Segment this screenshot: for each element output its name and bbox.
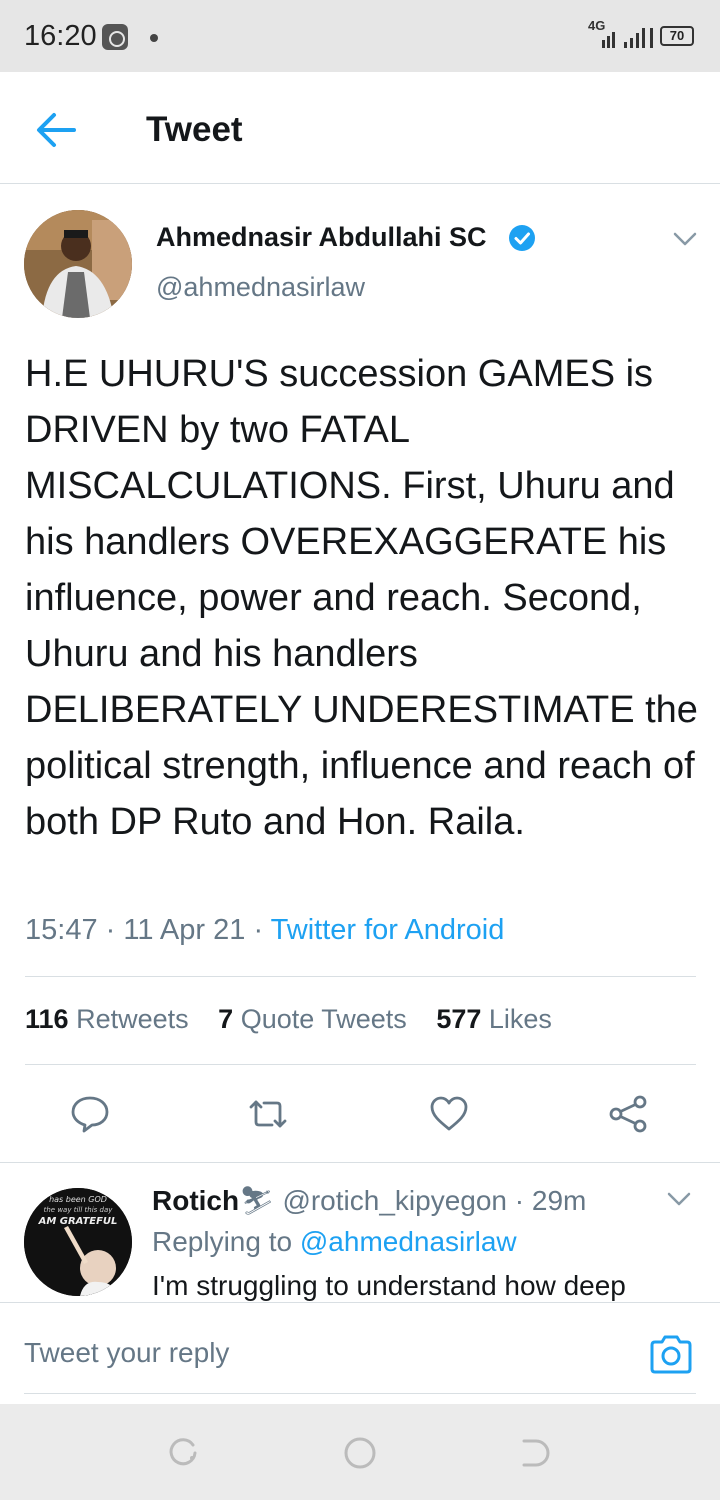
- retweets-count: 116: [25, 1004, 69, 1034]
- reply-author-name[interactable]: Rotich: [152, 1185, 239, 1216]
- meta-separator: ·: [253, 914, 271, 946]
- author-avatar[interactable]: [24, 210, 132, 318]
- author-photo: [24, 210, 132, 318]
- system-nav-bar: [0, 1404, 720, 1500]
- top-header: Tweet: [0, 72, 720, 184]
- battery-icon: 70: [660, 26, 694, 46]
- quote-tweets-label: Quote Tweets: [240, 1004, 407, 1034]
- meta-separator: ·: [105, 914, 124, 946]
- reply-author-handle[interactable]: @rotich_kipyegon: [282, 1185, 507, 1216]
- status-bar: 16:20 4G 70: [0, 0, 720, 72]
- signal-icon: [602, 28, 653, 48]
- replying-to-label: Replying to: [152, 1226, 293, 1257]
- verified-badge-icon: [509, 225, 535, 251]
- tweet-date: 11 Apr 21: [123, 914, 246, 946]
- avatar-caption-mid: the way till this day: [44, 1206, 114, 1214]
- tweet-source-link[interactable]: Twitter for Android: [271, 914, 505, 946]
- composer-underline: [24, 1393, 696, 1394]
- reply-input[interactable]: Tweet your reply: [24, 1337, 229, 1369]
- replying-to-line: Replying to @ahmednasirlaw: [152, 1226, 517, 1258]
- author-name[interactable]: Ahmednasir Abdullahi SC: [156, 222, 487, 253]
- camera-icon[interactable]: [648, 1333, 694, 1375]
- quote-tweets-stat[interactable]: 7 Quote Tweets: [218, 1004, 407, 1034]
- reply-author-avatar[interactable]: has been GOD the way till this day AM GR…: [24, 1188, 132, 1296]
- chevron-down-icon[interactable]: [666, 1190, 692, 1208]
- skier-emoji-icon: ⛷: [239, 1185, 275, 1216]
- like-heart-icon[interactable]: [429, 1094, 469, 1134]
- reply-text: I'm struggling to understand how deep: [152, 1270, 626, 1301]
- reply-text-container: I'm struggling to understand how deep: [152, 1266, 712, 1302]
- home-icon[interactable]: [343, 1436, 377, 1470]
- share-icon[interactable]: [608, 1094, 648, 1134]
- avatar-caption-bottom: AM GRATEFUL: [38, 1216, 118, 1227]
- music-notification-icon: [102, 24, 128, 50]
- status-time: 16:20: [24, 20, 97, 52]
- reply-composer: Tweet your reply: [0, 1302, 720, 1404]
- reply-icon[interactable]: [70, 1094, 110, 1134]
- back-nav-icon[interactable]: [518, 1436, 552, 1470]
- reply-header: Rotich⛷ @rotich_kipyegon · 29m: [152, 1184, 586, 1217]
- divider: [25, 976, 696, 977]
- reply-avatar-image: has been GOD the way till this day AM GR…: [24, 1188, 132, 1296]
- tweet-timestamp: 15:47 · 11 Apr 21 · Twitter for Android: [25, 914, 504, 947]
- quote-tweets-count: 7: [218, 1004, 234, 1034]
- chevron-down-icon[interactable]: [672, 230, 698, 248]
- replying-to-handle[interactable]: @ahmednasirlaw: [300, 1226, 517, 1257]
- notification-dot-icon: [150, 34, 158, 42]
- meta-separator: ·: [514, 1185, 532, 1216]
- back-arrow-icon[interactable]: [34, 110, 78, 150]
- reply-age: 29m: [531, 1185, 587, 1216]
- retweets-label: Retweets: [76, 1004, 189, 1034]
- tweet-text: H.E UHURU'S succession GAMES is DRIVEN b…: [25, 353, 698, 843]
- section-divider: [0, 1162, 720, 1163]
- page-title: Tweet: [146, 110, 243, 149]
- avatar-caption-top: has been GOD: [49, 1195, 107, 1204]
- likes-count: 577: [436, 1004, 482, 1034]
- recent-apps-icon[interactable]: [166, 1436, 200, 1470]
- divider: [25, 1064, 696, 1065]
- likes-stat[interactable]: 577 Likes: [436, 1004, 552, 1034]
- tweet-stats: 116 Retweets 7 Quote Tweets 577 Likes: [25, 1004, 574, 1035]
- retweet-icon[interactable]: [248, 1094, 288, 1134]
- author-handle[interactable]: @ahmednasirlaw: [156, 272, 365, 303]
- tweet-time: 15:47: [25, 914, 98, 946]
- retweets-stat[interactable]: 116 Retweets: [25, 1004, 189, 1034]
- likes-label: Likes: [488, 1004, 552, 1034]
